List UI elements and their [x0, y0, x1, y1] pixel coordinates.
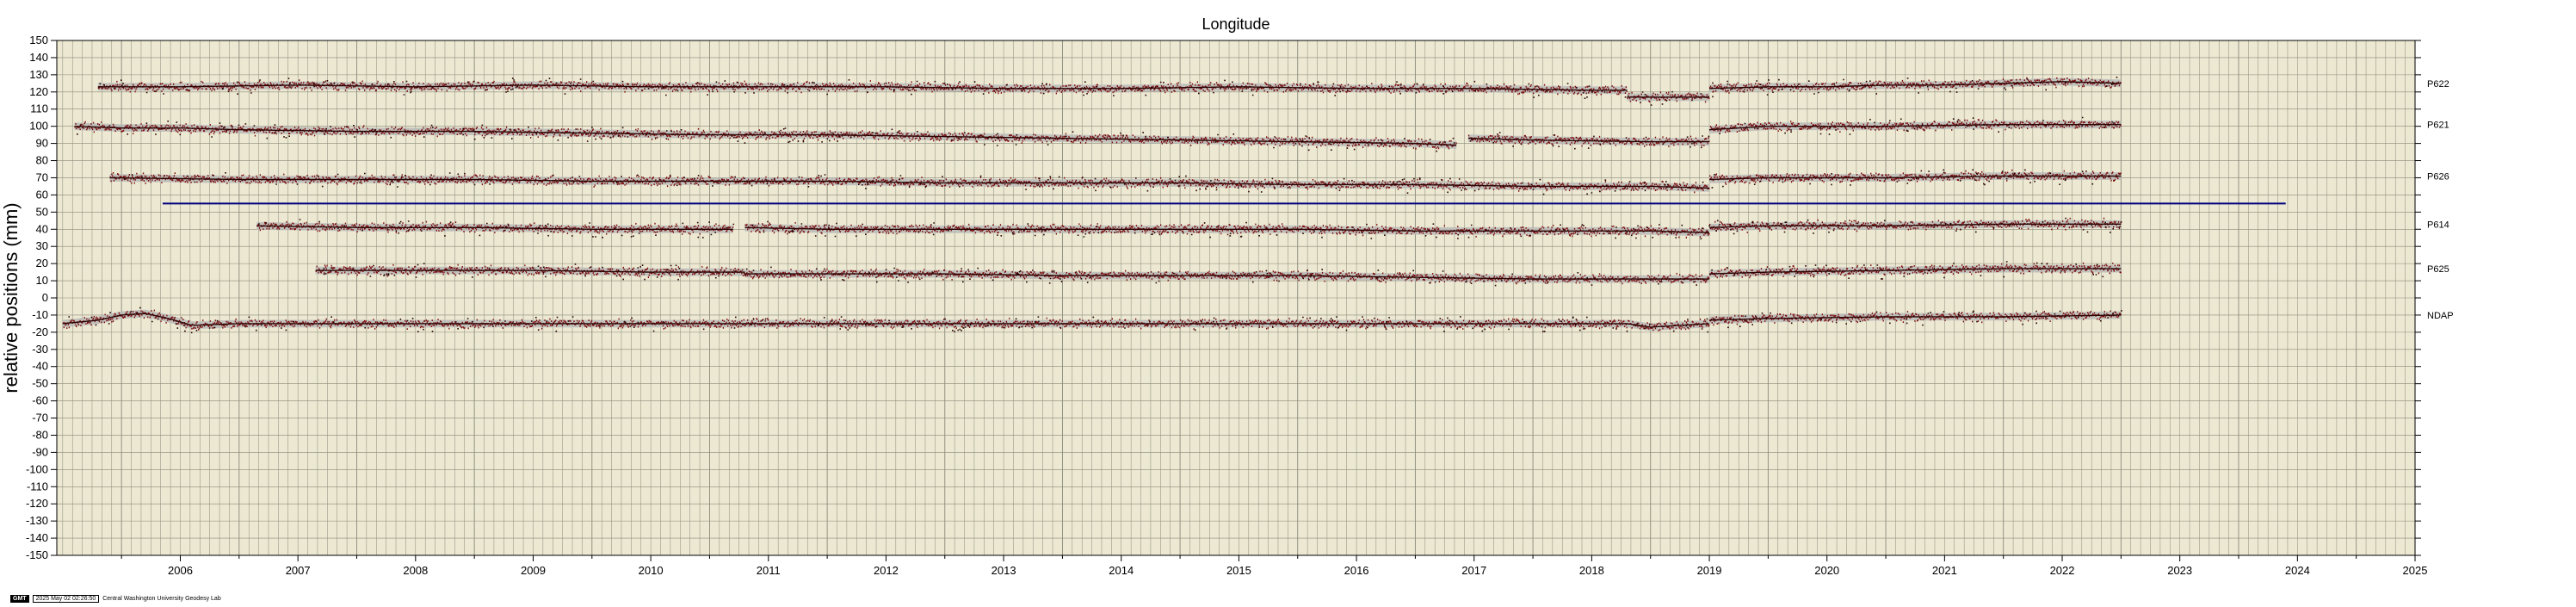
y-tick-label: -130	[26, 514, 48, 527]
x-tick-labels: 2006 2007 2008 2009 2010 2011 2012 2013 2014 2015…	[168, 564, 2427, 577]
footer: GMT 2025 May 02 02:26:50 Central Washing…	[10, 593, 221, 604]
y-tick-label: -120	[26, 497, 48, 510]
y-tick-label: 0	[42, 291, 48, 304]
y-tick-label: 10	[36, 274, 48, 287]
y-tick-label: 40	[36, 222, 48, 235]
x-tick-label: 2020	[1814, 564, 1839, 577]
x-tick-label: 2015	[1226, 564, 1251, 577]
y-tick-label: 70	[36, 170, 48, 183]
station-label: P621	[2427, 121, 2449, 131]
gmt-logo: GMT	[10, 594, 29, 603]
y-tick-label: 140	[29, 51, 48, 64]
y-tick-label: 100	[29, 120, 48, 133]
y-tick-label: 20	[36, 257, 48, 269]
y-tick-label: 30	[36, 239, 48, 252]
station-label: P614	[2427, 220, 2449, 230]
y-tick-label: -70	[32, 412, 48, 424]
station-labels: P622 P621 P626 P614 P625 NDAP	[2427, 79, 2454, 321]
x-tick-label: 2017	[1461, 564, 1486, 577]
x-tick-label: 2008	[403, 564, 428, 577]
x-tick-label: 2025	[2403, 564, 2428, 577]
x-tick-label: 2016	[1344, 564, 1369, 577]
y-tick-label: -40	[32, 360, 48, 373]
y-tick-label: -80	[32, 428, 48, 441]
chart-title: Longitude	[1202, 15, 1269, 33]
x-tick-label: 2013	[991, 564, 1016, 577]
station-label: P622	[2427, 79, 2449, 90]
x-tick-label: 2012	[874, 564, 899, 577]
x-tick-label: 2014	[1109, 564, 1134, 577]
y-tick-label: -140	[26, 531, 48, 544]
x-tick-label: 2022	[2050, 564, 2075, 577]
y-tick-label: -100	[26, 462, 48, 475]
y-tick-label: -90	[32, 445, 48, 458]
x-tick-label: 2024	[2285, 564, 2310, 577]
y-tick-label: 90	[36, 137, 48, 150]
y-tick-label: 80	[36, 154, 48, 167]
y-tick-label: 130	[29, 68, 48, 81]
y-tick-label: -10	[32, 308, 48, 321]
chart: 1501401301201101009080706050403020100-10…	[0, 15, 2454, 577]
x-tick-label: 2018	[1579, 564, 1604, 577]
y-tick-label: 120	[29, 85, 48, 98]
x-tick-label: 2006	[168, 564, 193, 577]
x-tick-label: 2023	[2167, 564, 2192, 577]
y-tick-label: -60	[32, 394, 48, 407]
y-tick-label: -30	[32, 343, 48, 356]
timestamp: 2025 May 02 02:26:50	[32, 594, 100, 603]
station-label: NDAP	[2427, 311, 2454, 321]
y-tick-label: 150	[29, 34, 48, 46]
y-tick-label: 50	[36, 205, 48, 218]
y-tick-label: -150	[26, 548, 48, 561]
y-axis-label: relative positions (mm)	[0, 202, 22, 393]
x-tick-label: 2007	[286, 564, 311, 577]
x-tick-label: 2011	[757, 564, 781, 577]
y-tick-label: -50	[32, 377, 48, 390]
station-label: P625	[2427, 264, 2449, 275]
station-label: P626	[2427, 171, 2449, 182]
x-tick-label: 2021	[1932, 564, 1957, 577]
y-tick-label: -20	[32, 325, 48, 338]
y-tick-label: -110	[27, 480, 48, 492]
y-tick-label: 110	[30, 102, 48, 115]
y-tick-labels: 1501401301201101009080706050403020100-10…	[26, 34, 48, 561]
credit-text: Central Washington University Geodesy La…	[102, 595, 221, 602]
x-tick-label: 2009	[521, 564, 546, 577]
x-tick-label: 2019	[1697, 564, 1722, 577]
x-tick-label: 2010	[639, 564, 664, 577]
y-tick-label: 60	[36, 188, 48, 201]
